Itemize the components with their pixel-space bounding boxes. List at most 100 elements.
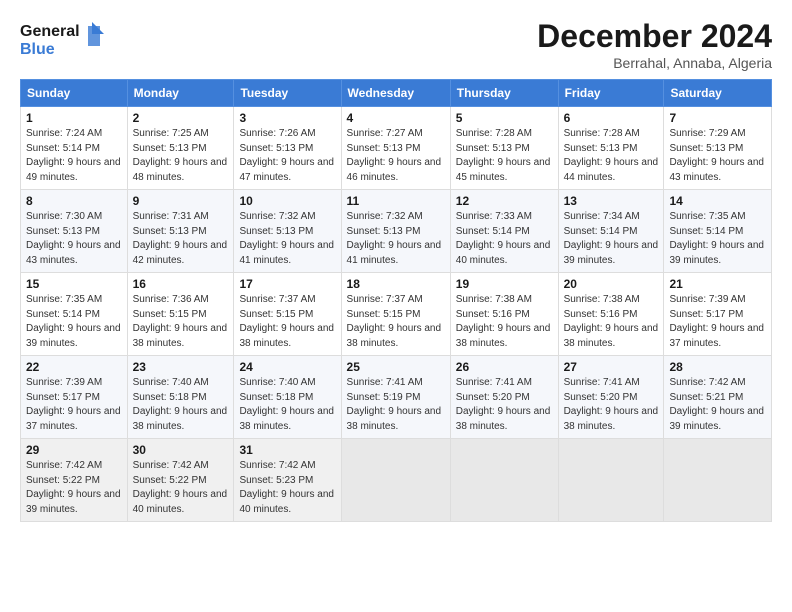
day-info: Sunrise: 7:28 AMSunset: 5:13 PMDaylight:…	[456, 128, 551, 183]
col-tuesday: Tuesday	[234, 80, 341, 107]
day-info: Sunrise: 7:28 AMSunset: 5:13 PMDaylight:…	[564, 128, 659, 183]
day-info: Sunrise: 7:37 AMSunset: 5:15 PMDaylight:…	[347, 294, 442, 349]
calendar-cell: 12 Sunrise: 7:33 AMSunset: 5:14 PMDayligh…	[450, 190, 558, 273]
day-number: 23	[133, 360, 229, 374]
location: Berrahal, Annaba, Algeria	[537, 55, 772, 71]
col-friday: Friday	[558, 80, 664, 107]
day-number: 10	[239, 194, 335, 208]
col-thursday: Thursday	[450, 80, 558, 107]
day-number: 18	[347, 277, 445, 291]
day-info: Sunrise: 7:32 AMSunset: 5:13 PMDaylight:…	[347, 211, 442, 266]
day-info: Sunrise: 7:24 AMSunset: 5:14 PMDaylight:…	[26, 128, 121, 183]
calendar-cell: 21 Sunrise: 7:39 AMSunset: 5:17 PMDayligh…	[664, 273, 772, 356]
calendar-cell: 13Sunrise: 7:34 AMSunset: 5:14 PMDayligh…	[558, 190, 664, 273]
day-info: Sunrise: 7:40 AMSunset: 5:18 PMDaylight:…	[133, 377, 228, 432]
day-number: 2	[133, 111, 229, 125]
day-info: Sunrise: 7:41 AMSunset: 5:20 PMDaylight:…	[564, 377, 659, 432]
svg-text:Blue: Blue	[20, 41, 55, 58]
calendar-cell: 23 Sunrise: 7:40 AMSunset: 5:18 PMDayligh…	[127, 356, 234, 439]
svg-text:General: General	[20, 23, 80, 40]
col-wednesday: Wednesday	[341, 80, 450, 107]
day-number: 12	[456, 194, 553, 208]
day-info: Sunrise: 7:31 AMSunset: 5:13 PMDaylight:…	[133, 211, 228, 266]
calendar-cell: 10 Sunrise: 7:32 AMSunset: 5:13 PMDayligh…	[234, 190, 341, 273]
calendar-cell: 8 Sunrise: 7:30 AMSunset: 5:13 PMDaylight…	[21, 190, 128, 273]
day-info: Sunrise: 7:35 AMSunset: 5:14 PMDaylight:…	[26, 294, 121, 349]
calendar-cell	[558, 439, 664, 522]
day-info: Sunrise: 7:36 AMSunset: 5:15 PMDaylight:…	[133, 294, 228, 349]
calendar-cell: 11 Sunrise: 7:32 AMSunset: 5:13 PMDayligh…	[341, 190, 450, 273]
logo-svg: General Blue	[20, 18, 110, 62]
page-container: General Blue December 2024 Berrahal, Ann…	[0, 0, 792, 532]
day-info: Sunrise: 7:26 AMSunset: 5:13 PMDaylight:…	[239, 128, 334, 183]
calendar-table: Sunday Monday Tuesday Wednesday Thursday…	[20, 79, 772, 522]
col-saturday: Saturday	[664, 80, 772, 107]
calendar-cell	[450, 439, 558, 522]
calendar-cell: 16 Sunrise: 7:36 AMSunset: 5:15 PMDayligh…	[127, 273, 234, 356]
day-number: 7	[669, 111, 766, 125]
calendar-cell: 25Sunrise: 7:41 AMSunset: 5:19 PMDayligh…	[341, 356, 450, 439]
day-number: 1	[26, 111, 122, 125]
day-number: 28	[669, 360, 766, 374]
calendar-header-row: Sunday Monday Tuesday Wednesday Thursday…	[21, 80, 772, 107]
day-info: Sunrise: 7:27 AMSunset: 5:13 PMDaylight:…	[347, 128, 442, 183]
day-number: 9	[133, 194, 229, 208]
calendar-cell: 28 Sunrise: 7:42 AMSunset: 5:21 PMDayligh…	[664, 356, 772, 439]
day-info: Sunrise: 7:42 AMSunset: 5:23 PMDaylight:…	[239, 460, 334, 515]
calendar-cell: 29 Sunrise: 7:42 AMSunset: 5:22 PMDayligh…	[21, 439, 128, 522]
day-info: Sunrise: 7:37 AMSunset: 5:15 PMDaylight:…	[239, 294, 334, 349]
day-info: Sunrise: 7:30 AMSunset: 5:13 PMDaylight:…	[26, 211, 121, 266]
day-number: 11	[347, 194, 445, 208]
day-info: Sunrise: 7:42 AMSunset: 5:22 PMDaylight:…	[26, 460, 121, 515]
calendar-cell: 7 Sunrise: 7:29 AMSunset: 5:13 PMDaylight…	[664, 107, 772, 190]
calendar-cell: 18 Sunrise: 7:37 AMSunset: 5:15 PMDayligh…	[341, 273, 450, 356]
day-info: Sunrise: 7:41 AMSunset: 5:20 PMDaylight:…	[456, 377, 551, 432]
day-info: Sunrise: 7:42 AMSunset: 5:21 PMDaylight:…	[669, 377, 764, 432]
day-number: 22	[26, 360, 122, 374]
calendar-cell: 6 Sunrise: 7:28 AMSunset: 5:13 PMDaylight…	[558, 107, 664, 190]
day-number: 27	[564, 360, 659, 374]
calendar-cell: 30 Sunrise: 7:42 AMSunset: 5:22 PMDayligh…	[127, 439, 234, 522]
day-number: 8	[26, 194, 122, 208]
day-number: 6	[564, 111, 659, 125]
col-monday: Monday	[127, 80, 234, 107]
day-info: Sunrise: 7:25 AMSunset: 5:13 PMDaylight:…	[133, 128, 228, 183]
day-number: 20	[564, 277, 659, 291]
calendar-cell: 2 Sunrise: 7:25 AMSunset: 5:13 PMDaylight…	[127, 107, 234, 190]
calendar-cell: 9 Sunrise: 7:31 AMSunset: 5:13 PMDaylight…	[127, 190, 234, 273]
day-info: Sunrise: 7:33 AMSunset: 5:14 PMDaylight:…	[456, 211, 551, 266]
day-number: 19	[456, 277, 553, 291]
day-info: Sunrise: 7:32 AMSunset: 5:13 PMDaylight:…	[239, 211, 334, 266]
day-number: 30	[133, 443, 229, 457]
day-info: Sunrise: 7:41 AMSunset: 5:19 PMDaylight:…	[347, 377, 442, 432]
day-info: Sunrise: 7:42 AMSunset: 5:22 PMDaylight:…	[133, 460, 228, 515]
day-info: Sunrise: 7:39 AMSunset: 5:17 PMDaylight:…	[26, 377, 121, 432]
calendar-cell: 22 Sunrise: 7:39 AMSunset: 5:17 PMDayligh…	[21, 356, 128, 439]
day-number: 31	[239, 443, 335, 457]
calendar-cell: 1 Sunrise: 7:24 AMSunset: 5:14 PMDaylight…	[21, 107, 128, 190]
day-number: 26	[456, 360, 553, 374]
day-info: Sunrise: 7:38 AMSunset: 5:16 PMDaylight:…	[564, 294, 659, 349]
day-number: 3	[239, 111, 335, 125]
title-section: December 2024 Berrahal, Annaba, Algeria	[537, 18, 772, 71]
day-number: 16	[133, 277, 229, 291]
calendar-cell: 26 Sunrise: 7:41 AMSunset: 5:20 PMDayligh…	[450, 356, 558, 439]
day-number: 21	[669, 277, 766, 291]
day-number: 24	[239, 360, 335, 374]
calendar-cell: 3 Sunrise: 7:26 AMSunset: 5:13 PMDaylight…	[234, 107, 341, 190]
day-info: Sunrise: 7:35 AMSunset: 5:14 PMDaylight:…	[669, 211, 764, 266]
calendar-cell: 4Sunrise: 7:27 AMSunset: 5:13 PMDaylight…	[341, 107, 450, 190]
day-number: 29	[26, 443, 122, 457]
day-number: 15	[26, 277, 122, 291]
calendar-cell: 24 Sunrise: 7:40 AMSunset: 5:18 PMDayligh…	[234, 356, 341, 439]
day-number: 17	[239, 277, 335, 291]
calendar-cell	[341, 439, 450, 522]
calendar-cell	[664, 439, 772, 522]
day-info: Sunrise: 7:39 AMSunset: 5:17 PMDaylight:…	[669, 294, 764, 349]
calendar-cell: 20 Sunrise: 7:38 AMSunset: 5:16 PMDayligh…	[558, 273, 664, 356]
calendar-cell: 31 Sunrise: 7:42 AMSunset: 5:23 PMDayligh…	[234, 439, 341, 522]
day-info: Sunrise: 7:40 AMSunset: 5:18 PMDaylight:…	[239, 377, 334, 432]
day-info: Sunrise: 7:29 AMSunset: 5:13 PMDaylight:…	[669, 128, 764, 183]
calendar-cell: 17 Sunrise: 7:37 AMSunset: 5:15 PMDayligh…	[234, 273, 341, 356]
month-title: December 2024	[537, 18, 772, 55]
